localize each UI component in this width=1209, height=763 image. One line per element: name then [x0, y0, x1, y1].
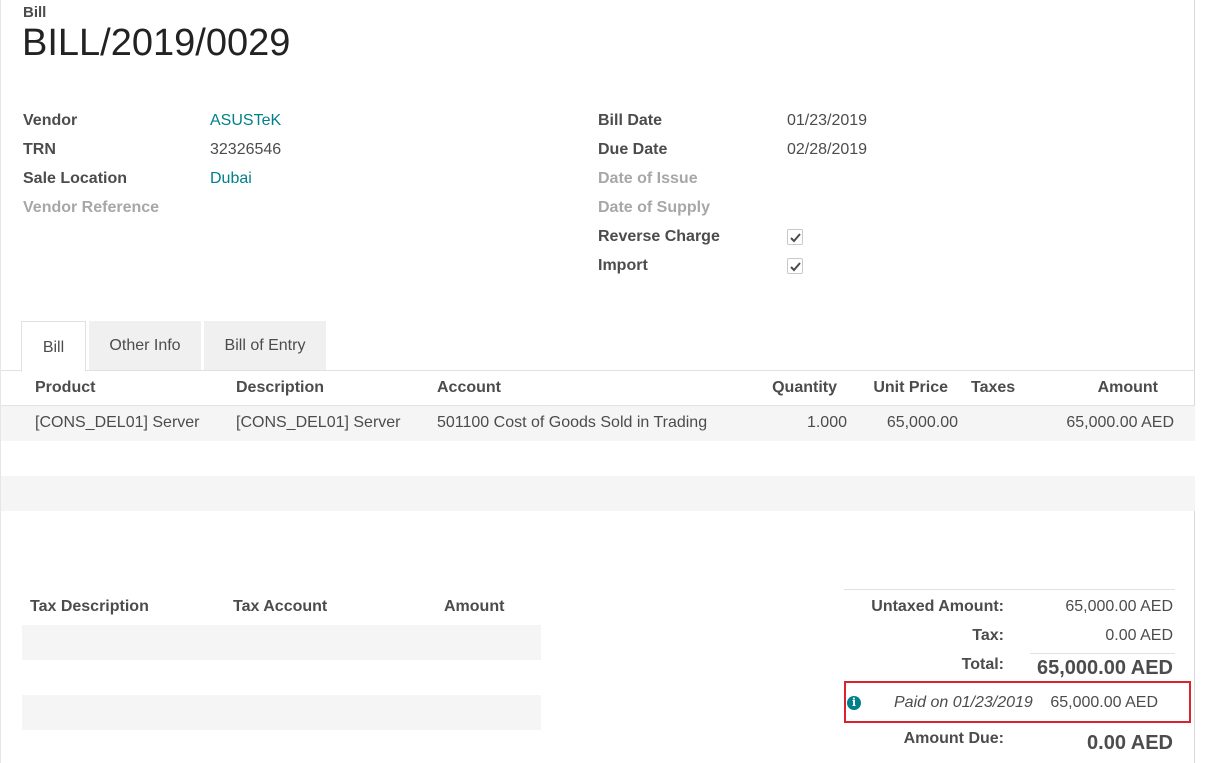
trn-value: 32326546 [210, 141, 282, 158]
info-icon[interactable]: i [847, 696, 861, 710]
reverse-charge-label: Reverse Charge [598, 228, 720, 245]
payment-date-label: Paid on 01/23/2019 [894, 694, 1033, 711]
sale-location-label: Sale Location [23, 170, 128, 187]
table-row[interactable]: [CONS_DEL01] Server [CONS_DEL01] Server … [1, 406, 1195, 441]
checkmark-icon [790, 262, 801, 272]
bill-form-sheet: Bill BILL/2019/0029 Vendor ASUSTeK TRN 3… [0, 0, 1195, 763]
tax-value: 0.00 AED [1105, 627, 1173, 644]
total-label: Total: [961, 656, 1004, 673]
total-value: 65,000.00 AED [1036, 657, 1173, 679]
tax-column-header-amount: Amount [444, 598, 505, 615]
trn-label: TRN [23, 141, 56, 158]
due-date-value: 02/28/2019 [787, 141, 868, 158]
column-header-description[interactable]: Description [236, 379, 324, 397]
empty-tax-row [22, 625, 541, 660]
cell-unit-price: 65,000.00 [886, 414, 958, 431]
cell-amount: 65,000.00 AED [1066, 414, 1174, 431]
empty-tax-row [22, 660, 541, 695]
due-date-label: Due Date [598, 141, 668, 158]
empty-tax-row [22, 695, 541, 730]
reverse-charge-checkbox[interactable] [787, 229, 803, 245]
vendor-link[interactable]: ASUSTeK [210, 112, 281, 130]
column-header-unit-price[interactable]: Unit Price [873, 379, 948, 397]
cell-account: 501100 Cost of Goods Sold in Trading [437, 414, 708, 431]
column-header-product[interactable]: Product [35, 379, 95, 397]
untaxed-amount-label: Untaxed Amount: [871, 598, 1004, 615]
checkmark-icon [790, 233, 801, 243]
cell-product: [CONS_DEL01] Server [35, 414, 200, 431]
tax-column-header-account: Tax Account [233, 598, 328, 615]
cell-quantity: 1.000 [806, 414, 847, 431]
empty-table-row [1, 441, 1195, 476]
payment-amount-value: 65,000.00 AED [1050, 694, 1158, 711]
import-checkbox[interactable] [787, 258, 803, 274]
untaxed-amount-value: 65,000.00 AED [1065, 598, 1173, 615]
tax-label: Tax: [972, 627, 1004, 644]
amount-due-value: 0.00 AED [1087, 732, 1173, 754]
column-header-taxes[interactable]: Taxes [971, 379, 1015, 397]
empty-table-row [1, 476, 1195, 511]
document-type-label: Bill [23, 4, 47, 21]
vendor-reference-label: Vendor Reference [23, 199, 160, 216]
column-header-amount[interactable]: Amount [1098, 379, 1158, 397]
bill-date-value: 01/23/2019 [787, 112, 868, 129]
tab-bill[interactable]: Bill [21, 321, 86, 372]
bill-number-title: BILL/2019/0029 [22, 22, 291, 64]
sale-location-link[interactable]: Dubai [210, 170, 252, 188]
date-of-issue-label: Date of Issue [598, 170, 698, 187]
totals-divider [844, 589, 1175, 590]
vendor-label: Vendor [23, 112, 78, 129]
import-label: Import [598, 257, 648, 274]
column-header-quantity[interactable]: Quantity [772, 379, 837, 397]
tax-column-header-description: Tax Description [30, 598, 149, 615]
tab-bill-of-entry[interactable]: Bill of Entry [204, 321, 326, 370]
column-header-account[interactable]: Account [437, 379, 501, 397]
notebook-tabs: Bill Other Info Bill of Entry [1, 321, 1195, 372]
amount-due-label: Amount Due: [903, 730, 1004, 747]
bill-date-label: Bill Date [598, 112, 663, 129]
tab-other-info[interactable]: Other Info [89, 321, 201, 370]
total-divider [1030, 653, 1175, 654]
cell-description: [CONS_DEL01] Server [236, 414, 401, 431]
invoice-lines-header: Product Description Account Quantity Uni… [1, 372, 1195, 406]
date-of-supply-label: Date of Supply [598, 199, 711, 216]
